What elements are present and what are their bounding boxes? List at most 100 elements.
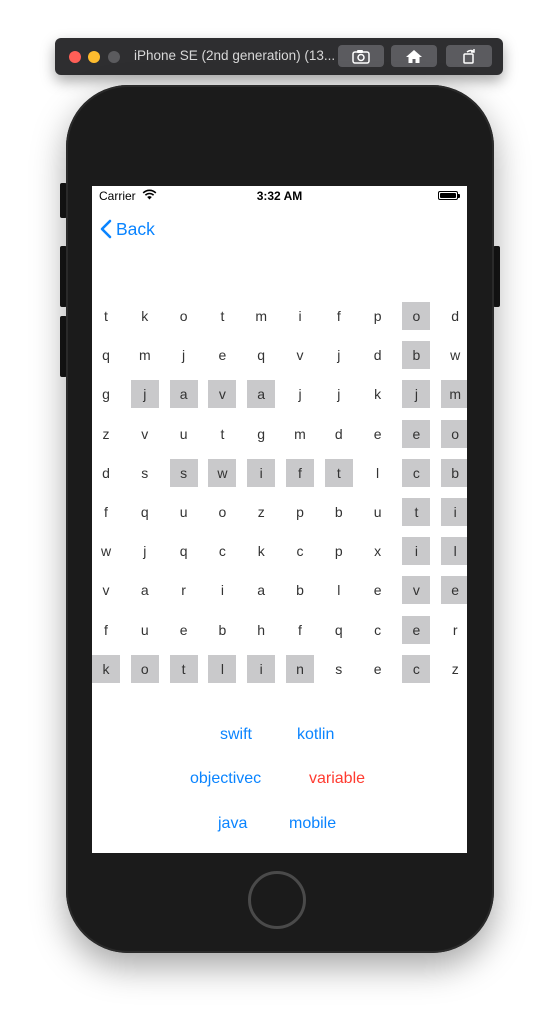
grid-cell-selected[interactable]: i [402,537,431,566]
zoom-window-button[interactable] [108,51,120,63]
grid-cell[interactable]: i [286,302,314,330]
grid-cell[interactable]: u [364,498,392,526]
word-objectivec[interactable]: objectivec [190,770,261,788]
device-home-button[interactable] [248,871,306,929]
grid-cell[interactable]: v [131,420,159,448]
grid-cell[interactable]: j [325,380,353,408]
grid-cell-selected[interactable]: c [402,654,431,683]
grid-cell[interactable]: a [131,576,159,604]
grid-cell-selected[interactable]: n [286,654,314,683]
screenshot-button[interactable] [338,45,384,67]
minimize-window-button[interactable] [88,51,100,63]
grid-cell[interactable]: d [364,341,392,369]
grid-cell-selected[interactable]: f [286,458,314,487]
word-mobile[interactable]: mobile [289,815,336,833]
grid-cell[interactable]: j [131,537,159,565]
grid-cell[interactable]: k [131,302,159,330]
grid-cell[interactable]: u [131,616,159,644]
word-kotlin[interactable]: kotlin [297,726,334,744]
grid-cell-selected[interactable]: t [402,498,431,526]
grid-cell-selected[interactable]: l [208,654,237,683]
grid-cell[interactable]: t [208,302,236,330]
grid-cell[interactable]: b [325,498,353,526]
grid-cell[interactable]: p [364,302,392,330]
grid-cell-selected[interactable]: j [402,380,431,409]
grid-cell[interactable]: m [286,420,314,448]
grid-cell[interactable]: u [170,420,198,448]
grid-cell[interactable]: e [364,420,392,448]
grid-cell[interactable]: p [286,498,314,526]
grid-cell[interactable]: l [364,459,392,487]
grid-cell-selected[interactable]: j [130,380,159,409]
grid-cell[interactable]: o [208,498,236,526]
grid-cell[interactable]: l [325,576,353,604]
grid-cell[interactable]: c [364,616,392,644]
grid-cell-selected[interactable]: i [247,458,276,487]
grid-cell[interactable]: j [325,341,353,369]
grid-cell-selected[interactable]: o [441,419,467,448]
grid-cell[interactable]: b [286,576,314,604]
grid-cell[interactable]: g [247,420,275,448]
rotate-button[interactable] [446,45,492,67]
grid-cell[interactable]: m [131,341,159,369]
grid-cell[interactable]: z [441,655,467,683]
grid-cell[interactable]: p [325,537,353,565]
grid-cell[interactable]: j [286,380,314,408]
grid-cell[interactable]: a [247,576,275,604]
grid-cell-selected[interactable]: e [402,615,431,644]
grid-cell-selected[interactable]: m [441,380,467,409]
grid-cell[interactable]: t [92,302,120,330]
grid-cell-selected[interactable]: e [402,419,431,448]
grid-cell-selected[interactable]: v [402,576,431,605]
grid-cell[interactable]: m [247,302,275,330]
grid-cell[interactable]: c [286,537,314,565]
grid-cell[interactable]: v [286,341,314,369]
grid-cell-selected[interactable]: t [324,458,353,487]
grid-cell-selected[interactable]: w [208,458,237,487]
word-java[interactable]: java [218,815,247,833]
grid-cell-selected[interactable]: a [247,380,276,409]
grid-cell[interactable]: f [92,616,120,644]
grid-cell[interactable]: e [364,655,392,683]
grid-cell[interactable]: z [92,420,120,448]
grid-cell[interactable]: f [325,302,353,330]
grid-cell[interactable]: d [325,420,353,448]
grid-cell[interactable]: k [364,380,392,408]
word-variable[interactable]: variable [309,770,365,788]
grid-cell[interactable]: d [441,302,467,330]
grid-cell-selected[interactable]: s [169,458,198,487]
grid-cell-selected[interactable]: l [441,537,467,566]
word-swift[interactable]: swift [220,726,252,744]
grid-cell[interactable]: b [208,616,236,644]
grid-cell[interactable]: c [208,537,236,565]
grid-cell[interactable]: q [170,537,198,565]
grid-cell-selected[interactable]: b [441,458,467,487]
grid-cell[interactable]: e [208,341,236,369]
grid-cell[interactable]: q [131,498,159,526]
grid-cell[interactable]: s [325,655,353,683]
grid-cell[interactable]: s [131,459,159,487]
grid-cell[interactable]: g [92,380,120,408]
back-button[interactable]: Back [100,217,155,241]
grid-cell[interactable]: w [92,537,120,565]
grid-cell[interactable]: d [92,459,120,487]
grid-cell[interactable]: x [364,537,392,565]
grid-cell[interactable]: e [170,616,198,644]
grid-cell[interactable]: e [364,576,392,604]
grid-cell-selected[interactable]: o [130,654,159,683]
grid-cell-selected[interactable]: i [247,654,276,683]
grid-cell[interactable]: f [92,498,120,526]
grid-cell[interactable]: w [441,341,467,369]
grid-cell[interactable]: z [247,498,275,526]
grid-cell[interactable]: t [208,420,236,448]
grid-cell-selected[interactable]: v [208,380,237,409]
grid-cell[interactable]: f [286,616,314,644]
grid-cell[interactable]: q [247,341,275,369]
grid-cell-selected[interactable]: b [402,341,431,370]
grid-cell-selected[interactable]: k [92,654,120,683]
grid-cell-selected[interactable]: e [441,576,467,605]
grid-cell[interactable]: r [441,616,467,644]
grid-cell[interactable]: j [170,341,198,369]
grid-cell[interactable]: i [208,576,236,604]
grid-cell-selected[interactable]: o [402,302,431,330]
